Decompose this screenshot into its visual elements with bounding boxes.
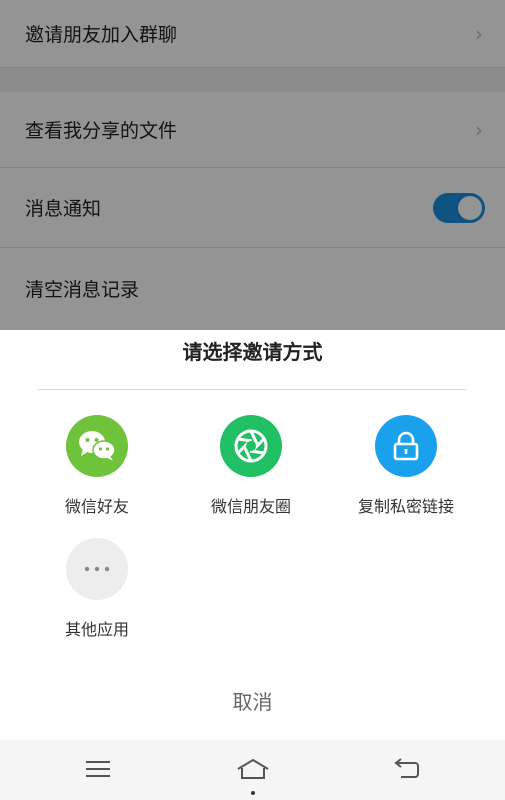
system-nav-bar bbox=[0, 740, 505, 800]
option-label: 微信朋友圈 bbox=[210, 497, 291, 516]
wechat-icon bbox=[66, 415, 128, 477]
more-dots-icon bbox=[66, 538, 128, 600]
moments-icon bbox=[220, 415, 282, 477]
share-moments-option[interactable]: 微信朋友圈 bbox=[176, 415, 326, 517]
invite-method-sheet: 请选择邀请方式 微信好友 微信朋友圈 复制私密链接 其他应用 取消 bbox=[0, 330, 505, 740]
option-label: 其他应用 bbox=[64, 620, 129, 639]
back-icon[interactable] bbox=[385, 754, 429, 784]
sheet-title: 请选择邀请方式 bbox=[182, 340, 323, 364]
copy-private-link-option[interactable]: 复制私密链接 bbox=[331, 415, 481, 517]
other-apps-option[interactable]: 其他应用 bbox=[22, 538, 172, 640]
option-label: 微信好友 bbox=[64, 497, 129, 516]
option-label: 复制私密链接 bbox=[357, 497, 454, 516]
menu-icon[interactable] bbox=[76, 754, 120, 784]
nav-indicator-dot bbox=[251, 791, 255, 795]
lock-icon bbox=[375, 415, 437, 477]
cancel-button[interactable]: 取消 bbox=[0, 686, 505, 715]
home-icon[interactable] bbox=[231, 754, 275, 784]
share-wechat-friend-option[interactable]: 微信好友 bbox=[22, 415, 172, 517]
sheet-divider bbox=[38, 389, 466, 390]
modal-overlay[interactable] bbox=[0, 0, 505, 330]
